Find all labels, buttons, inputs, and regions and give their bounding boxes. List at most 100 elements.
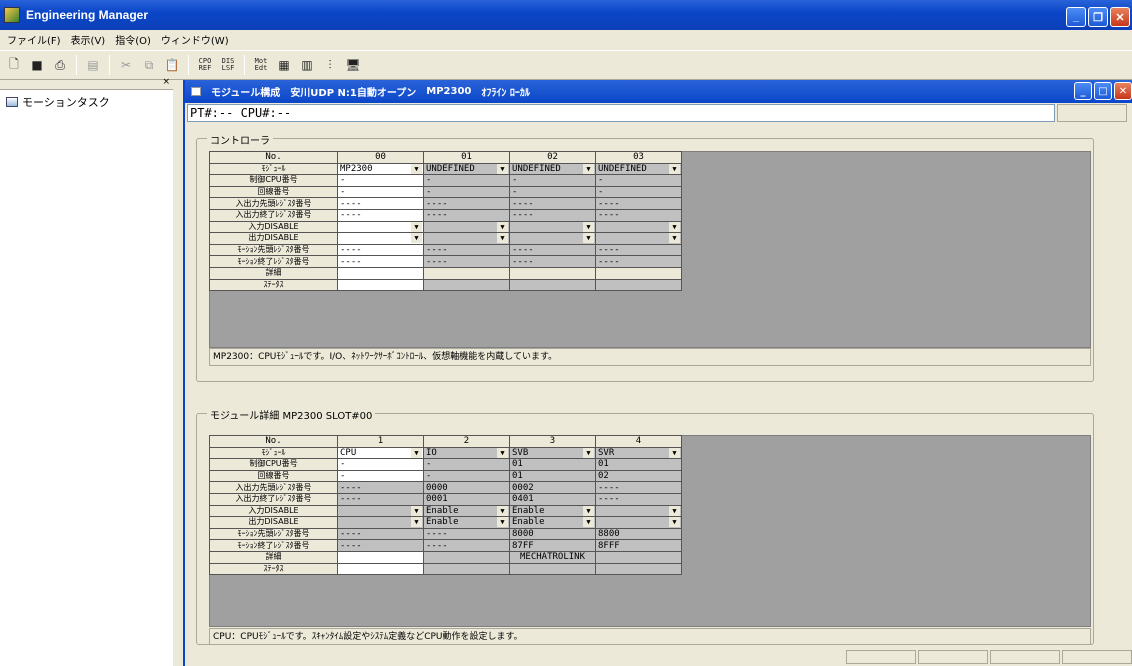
dropdown-arrow-icon[interactable]: ▼ xyxy=(497,222,508,232)
cell-dropdown[interactable]: Enable ▼ xyxy=(423,504,510,518)
dropdown-arrow-icon[interactable]: ▼ xyxy=(411,448,422,458)
dropdown-arrow-icon[interactable]: ▼ xyxy=(583,164,594,174)
grid-cell[interactable]: - xyxy=(509,174,596,187)
grid-cell[interactable]: - xyxy=(595,174,682,187)
grid-cell[interactable] xyxy=(509,278,596,292)
grid-cell[interactable] xyxy=(595,278,682,292)
menu-command[interactable]: 指令(O) xyxy=(110,32,156,47)
dropdown-arrow-icon[interactable]: ▼ xyxy=(497,506,508,516)
cell-dropdown[interactable]: SVR ▼ xyxy=(595,446,682,460)
save-icon[interactable]: ■ xyxy=(27,55,47,75)
grid-cell[interactable]: ---- xyxy=(595,481,682,494)
grid-cell[interactable] xyxy=(595,550,682,564)
grid-cell[interactable] xyxy=(423,266,510,280)
dropdown-arrow-icon[interactable]: ▼ xyxy=(669,233,680,244)
grid-cell[interactable]: 8FFF xyxy=(595,539,682,552)
grid-cell[interactable]: ---- xyxy=(423,208,510,222)
grid-cell[interactable]: - xyxy=(337,185,424,199)
grid-cell[interactable]: - xyxy=(423,469,510,483)
cell-dropdown[interactable]: ▼ xyxy=(595,504,682,518)
paste-icon[interactable]: 📋 xyxy=(162,55,182,75)
dropdown-arrow-icon[interactable]: ▼ xyxy=(497,448,508,458)
dropdown-arrow-icon[interactable]: ▼ xyxy=(669,517,680,528)
cell-dropdown[interactable]: ▼ xyxy=(337,232,424,245)
cell-dropdown[interactable]: Enable ▼ xyxy=(509,516,596,529)
dropdown-arrow-icon[interactable]: ▼ xyxy=(411,222,422,232)
grid-cell[interactable]: MECHATROLINK xyxy=(509,550,596,564)
dropdown-arrow-icon[interactable]: ▼ xyxy=(411,233,422,244)
grid-cell[interactable]: ---- xyxy=(337,255,424,268)
grid-cell[interactable]: 8000 xyxy=(509,527,596,541)
cell-dropdown[interactable]: ▼ xyxy=(423,220,510,234)
grid-cell[interactable]: 0000 xyxy=(423,481,510,494)
grid-cell[interactable]: 01 xyxy=(595,458,682,471)
cell-dropdown[interactable]: ▼ xyxy=(509,232,596,245)
grid-cell[interactable] xyxy=(595,562,682,576)
cell-dropdown[interactable]: Enable ▼ xyxy=(423,516,510,529)
dropdown-arrow-icon[interactable]: ▼ xyxy=(583,517,594,528)
dropdown-arrow-icon[interactable]: ▼ xyxy=(669,448,680,458)
menu-view[interactable]: 表示(V) xyxy=(66,32,111,47)
dropdown-arrow-icon[interactable]: ▼ xyxy=(669,222,680,232)
cell-dropdown[interactable]: UNDEFINED ▼ xyxy=(509,162,596,176)
cell-dropdown[interactable]: SVB ▼ xyxy=(509,446,596,460)
grid-cell[interactable]: ---- xyxy=(595,208,682,222)
grid-cell[interactable] xyxy=(595,266,682,280)
grid-cell[interactable] xyxy=(509,562,596,576)
dropdown-arrow-icon[interactable]: ▼ xyxy=(411,517,422,528)
grid-cell[interactable]: ---- xyxy=(509,208,596,222)
cell-dropdown[interactable]: UNDEFINED ▼ xyxy=(423,162,510,176)
dropdown-arrow-icon[interactable]: ▼ xyxy=(497,233,508,244)
tree-item-motion-task[interactable]: モーションタスク xyxy=(0,90,173,114)
cell-dropdown[interactable]: ▼ xyxy=(595,232,682,245)
cell-dropdown[interactable]: ▼ xyxy=(337,516,424,529)
grid-cell[interactable]: - xyxy=(509,185,596,199)
grid-cell[interactable]: ---- xyxy=(595,255,682,268)
grid-cell[interactable]: - xyxy=(337,469,424,483)
dropdown-arrow-icon[interactable]: ▼ xyxy=(411,164,422,174)
grid-cell[interactable]: 8800 xyxy=(595,527,682,541)
grid-cell[interactable] xyxy=(423,278,510,292)
grid-cell[interactable]: ---- xyxy=(509,243,596,257)
grid-cell[interactable]: 87FF xyxy=(509,539,596,552)
grid-cell[interactable]: - xyxy=(423,174,510,187)
grid-cell[interactable]: ---- xyxy=(595,492,682,506)
dropdown-arrow-icon[interactable]: ▼ xyxy=(669,506,680,516)
cell-dropdown[interactable]: IO ▼ xyxy=(423,446,510,460)
dropdown-arrow-icon[interactable]: ▼ xyxy=(411,506,422,516)
cell-dropdown[interactable]: Enable ▼ xyxy=(509,504,596,518)
grid-cell[interactable]: ---- xyxy=(337,243,424,257)
new-icon[interactable]: 🗋 xyxy=(4,55,24,75)
cell-dropdown[interactable]: ▼ xyxy=(595,220,682,234)
dropdown-arrow-icon[interactable]: ▼ xyxy=(583,233,594,244)
grid-cell[interactable] xyxy=(509,266,596,280)
monitor-icon[interactable]: 🖥 xyxy=(343,55,363,75)
close-button[interactable]: ✕ xyxy=(1110,7,1130,27)
grid-cell[interactable]: ---- xyxy=(423,243,510,257)
chart-icon[interactable]: ⫶ xyxy=(320,55,340,75)
grid-cell[interactable]: ---- xyxy=(423,255,510,268)
grid-cell[interactable] xyxy=(337,562,424,576)
grid-cell[interactable]: 01 xyxy=(509,469,596,483)
grid-cell[interactable]: 0002 xyxy=(509,481,596,494)
grid-cell[interactable]: ---- xyxy=(337,492,424,506)
close-icon[interactable]: × xyxy=(162,77,170,87)
dropdown-arrow-icon[interactable]: ▼ xyxy=(583,506,594,516)
grid-cell[interactable]: 0001 xyxy=(423,492,510,506)
cpo-ref-button[interactable]: CPO REF xyxy=(195,55,215,75)
grid-cell[interactable]: ---- xyxy=(337,208,424,222)
dropdown-arrow-icon[interactable]: ▼ xyxy=(583,222,594,232)
grid-cell[interactable]: ---- xyxy=(423,527,510,541)
table-edit-icon[interactable]: ▥ xyxy=(297,55,317,75)
property-icon[interactable]: ▤ xyxy=(83,55,103,75)
cut-icon[interactable]: ✂ xyxy=(116,55,136,75)
dropdown-arrow-icon[interactable]: ▼ xyxy=(497,164,508,174)
grid-cell[interactable] xyxy=(337,278,424,292)
grid-cell[interactable]: ---- xyxy=(337,197,424,210)
cell-dropdown[interactable]: UNDEFINED ▼ xyxy=(595,162,682,176)
grid-cell[interactable]: ---- xyxy=(337,481,424,494)
grid-cell[interactable] xyxy=(337,266,424,280)
cell-dropdown[interactable]: ▼ xyxy=(423,232,510,245)
grid-cell[interactable]: ---- xyxy=(509,255,596,268)
grid-cell[interactable]: ---- xyxy=(595,243,682,257)
